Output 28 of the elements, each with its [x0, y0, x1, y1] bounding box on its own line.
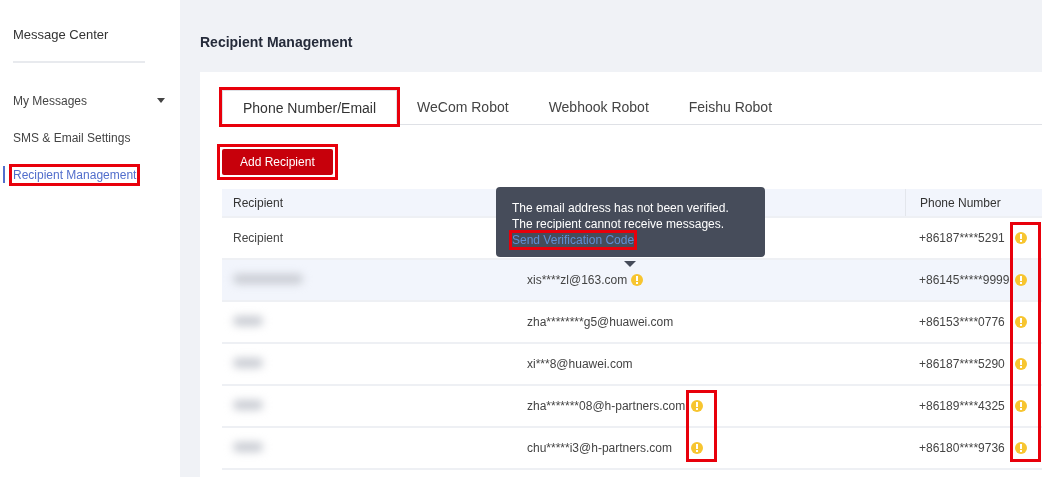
table-cell: zha*******08@h-partners.com [527, 399, 686, 413]
tab[interactable]: WeCom Robot [397, 90, 529, 124]
sidebar-item[interactable]: SMS & Email Settings [0, 119, 180, 156]
add-recipient-button[interactable]: Add Recipient [222, 149, 333, 175]
tab[interactable]: Feishu Robot [668, 90, 793, 124]
table-cell: xis****zl@163.com [527, 273, 628, 287]
table-cell: Recipient [233, 231, 284, 245]
page-title: Recipient Management [200, 33, 354, 52]
sidebar-item[interactable]: My Messages [0, 82, 180, 119]
tooltip-pointer [624, 261, 636, 267]
tab[interactable]: Webhook Robot [528, 90, 669, 124]
column-header: Phone Number [905, 189, 1042, 216]
table-cell: zha********g5@huawei.com [527, 315, 674, 329]
table-cell: +86180****9736 [919, 441, 1005, 455]
tab[interactable]: Phone Number/Email [222, 90, 398, 124]
annotation-box [686, 390, 718, 462]
table-cell: xi***8@huawei.com [527, 357, 633, 371]
tooltip-text: The email address has not been verified. [512, 200, 730, 216]
table-cell: +86187****5291 [919, 231, 1005, 245]
tooltip-text: The recipient cannot receive messages. [512, 216, 726, 232]
table-cell: +86189****4325 [919, 399, 1005, 413]
column-header: Recipient [232, 195, 285, 210]
table-cell: +86153****0776 [919, 315, 1005, 329]
table-cell: +86187****5290 [919, 357, 1005, 371]
table-cell: chu*****i3@h-partners.com [527, 441, 672, 455]
table-cell: +86145*****9999 [919, 273, 1010, 287]
sidebar-title: Message Center [12, 27, 110, 42]
sidebar-item[interactable]: Recipient Management [0, 156, 180, 193]
